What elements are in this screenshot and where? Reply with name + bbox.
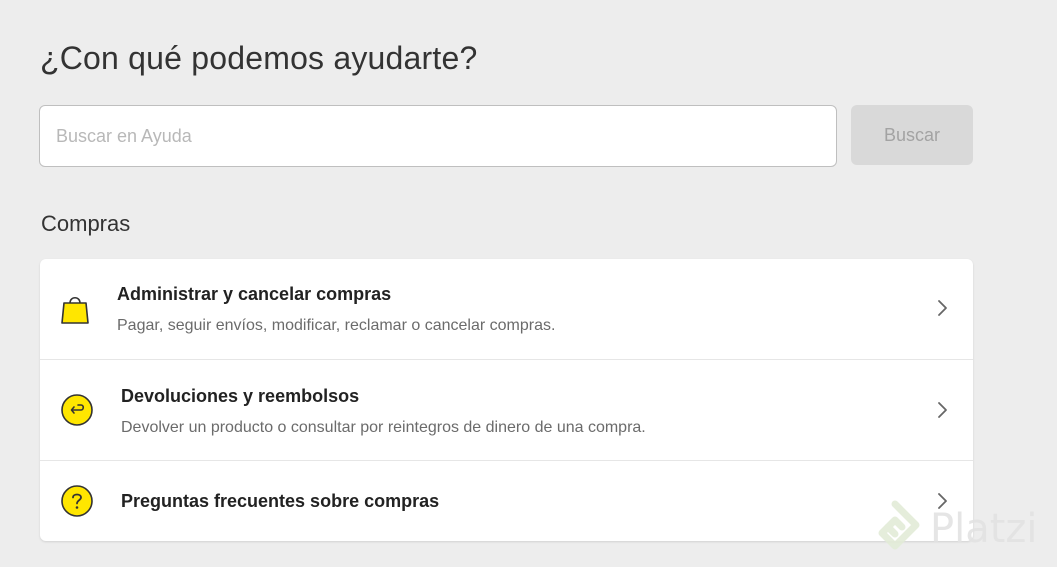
help-topic-title: Preguntas frecuentes sobre compras xyxy=(121,491,440,511)
chevron-right-icon xyxy=(937,401,949,424)
help-topic-manage-purchases[interactable]: Administrar y cancelar compras Pagar, se… xyxy=(40,259,973,359)
help-topics-card: Administrar y cancelar compras Pagar, se… xyxy=(40,259,973,541)
help-topic-returns[interactable]: Devoluciones y reembolsos Devolver un pr… xyxy=(40,360,973,460)
return-arrow-icon xyxy=(60,393,94,432)
section-title: Compras xyxy=(41,211,131,236)
platzi-logo-icon xyxy=(878,500,920,550)
watermark-text: Platzi xyxy=(930,506,1038,552)
help-topic-description: Pagar, seguir envíos, modificar, reclama… xyxy=(117,317,556,334)
help-page: ¿Con qué podemos ayudarte? Buscar Compra… xyxy=(0,0,1057,567)
help-topic-description: Devolver un producto o consultar por rei… xyxy=(121,419,646,436)
chevron-right-icon xyxy=(937,299,949,322)
help-topic-title: Administrar y cancelar compras xyxy=(117,284,392,304)
page-title: ¿Con qué podemos ayudarte? xyxy=(40,40,478,76)
search-button[interactable]: Buscar xyxy=(851,105,973,165)
help-topic-faq[interactable]: Preguntas frecuentes sobre compras xyxy=(40,461,973,541)
question-mark-icon xyxy=(60,484,94,523)
shopping-bag-icon xyxy=(60,293,90,330)
help-topic-title: Devoluciones y reembolsos xyxy=(121,386,360,406)
search-input[interactable] xyxy=(39,105,837,167)
search-bar: Buscar xyxy=(39,105,973,167)
platzi-watermark: Platzi xyxy=(868,500,1048,562)
